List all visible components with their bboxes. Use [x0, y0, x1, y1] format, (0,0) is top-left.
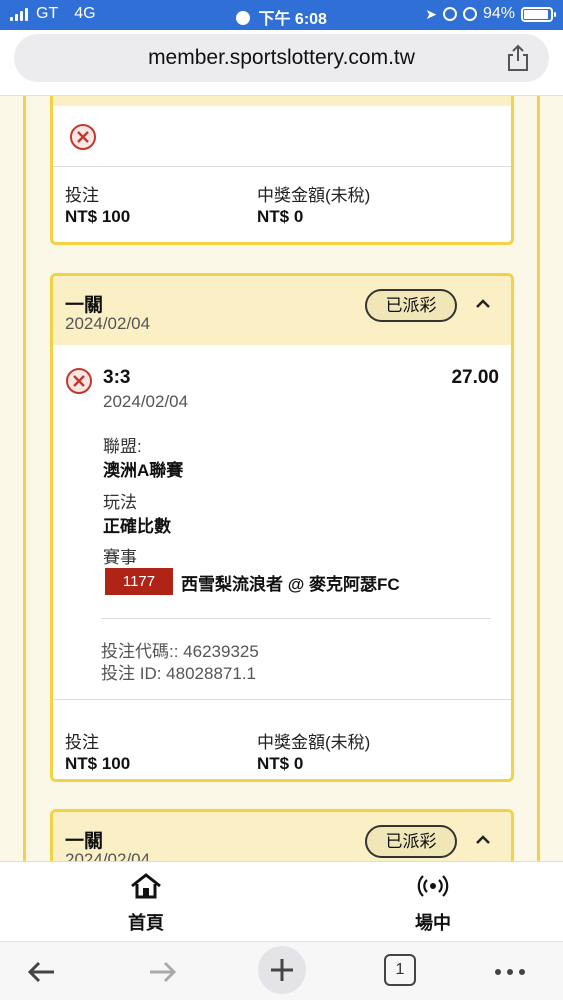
forward-arrow-icon[interactable] — [140, 950, 184, 994]
lost-x-icon — [66, 368, 92, 394]
selection-score: 3:3 — [103, 367, 131, 388]
match-name[interactable]: 西雪梨流浪者 @ 麥克阿瑟FC — [181, 570, 400, 595]
bet-history-list: 投注 NT$ 100 中獎金額(未稅) NT$ 0 一關 2024/02/04 … — [0, 96, 563, 861]
home-icon — [131, 873, 161, 899]
bet-id: 投注 ID: 48028871.1 — [101, 664, 256, 683]
market-label: 玩法 — [103, 493, 137, 512]
alarm-icon — [462, 7, 477, 21]
chevron-up-icon[interactable] — [473, 294, 493, 314]
payout-label: 中獎金額(未稅) — [257, 733, 371, 752]
nav-home[interactable]: 首頁 — [106, 872, 186, 935]
bottom-nav: 首頁 場中 — [0, 861, 563, 941]
status-right: ➤ 94% — [425, 5, 556, 23]
left-rail — [23, 96, 26, 861]
live-broadcast-icon — [417, 875, 449, 897]
stake-col: 投注 NT$ 100 — [65, 181, 130, 227]
divider — [53, 166, 511, 167]
nav-live[interactable]: 場中 — [393, 872, 473, 935]
back-arrow-icon[interactable] — [20, 950, 64, 994]
selection-odds: 27.00 — [451, 367, 499, 388]
tabs-button[interactable]: 1 — [384, 954, 416, 986]
selection-date: 2024/02/04 — [103, 392, 189, 411]
league-label: 聯盟: — [103, 437, 142, 456]
battery-percent: 94% — [482, 5, 515, 22]
plus-icon — [271, 959, 293, 981]
bet-type: 一關 — [65, 831, 104, 852]
bet-card: 投注 NT$ 100 中獎金額(未稅) NT$ 0 — [50, 96, 514, 245]
bet-card: 一關 2024/02/04 已派彩 3:3 27.00 2024/02/04 聯… — [50, 273, 514, 782]
payout-col: 中獎金額(未稅) NT$ 0 — [257, 728, 370, 774]
battery-icon — [521, 6, 556, 22]
event-label: 賽事 — [103, 548, 137, 567]
clock-time: 下午 6:08 — [258, 11, 327, 28]
status-bar: GT 4G 下午 6:08 ➤ 94% — [0, 0, 563, 30]
status-badge: 已派彩 — [365, 289, 457, 322]
payout-label: 中獎金額(未稅) — [257, 186, 371, 205]
stake-label: 投注 — [65, 186, 99, 205]
location-pin-icon — [236, 11, 251, 25]
location-arrow-icon: ➤ — [425, 5, 437, 22]
match-code-badge: 1177 — [105, 568, 173, 595]
new-tab-button[interactable] — [258, 946, 306, 994]
lost-x-icon — [70, 124, 96, 150]
right-rail — [537, 96, 540, 861]
stake-value: NT$ 100 — [65, 207, 131, 226]
address-bar[interactable]: member.sportslottery.com.tw — [14, 34, 549, 82]
bet-card-header[interactable]: 一關 2024/02/04 已派彩 — [53, 812, 511, 861]
nav-live-label: 場中 — [415, 913, 451, 933]
payout-value: NT$ 0 — [257, 207, 304, 226]
screen-lock-icon — [442, 7, 457, 21]
nav-home-label: 首頁 — [128, 913, 164, 933]
stake-label: 投注 — [65, 733, 99, 752]
address-bar-area: member.sportslottery.com.tw — [0, 30, 563, 96]
bet-card-header[interactable]: 一關 2024/02/04 已派彩 — [53, 276, 511, 345]
share-icon[interactable] — [505, 44, 531, 72]
stake-col: 投注 NT$ 100 — [65, 728, 130, 774]
market-value: 正確比數 — [103, 517, 171, 536]
payout-col: 中獎金額(未稅) NT$ 0 — [257, 181, 370, 227]
bet-card: 一關 2024/02/04 已派彩 — [50, 809, 514, 861]
divider — [101, 618, 491, 619]
divider — [53, 699, 511, 700]
chevron-up-icon[interactable] — [473, 830, 493, 850]
status-badge: 已派彩 — [365, 825, 457, 858]
league-value: 澳洲A聯賽 — [103, 461, 184, 480]
browser-toolbar: 1 — [0, 941, 563, 1000]
bet-date: 2024/02/04 — [65, 314, 151, 333]
bet-type: 一關 — [65, 295, 104, 316]
bet-date: 2024/02/04 — [65, 850, 151, 861]
payout-value: NT$ 0 — [257, 754, 304, 773]
more-menu-icon[interactable] — [488, 950, 532, 994]
stake-value: NT$ 100 — [65, 754, 131, 773]
url-text[interactable]: member.sportslottery.com.tw — [14, 46, 549, 70]
bet-card-header — [53, 96, 511, 106]
